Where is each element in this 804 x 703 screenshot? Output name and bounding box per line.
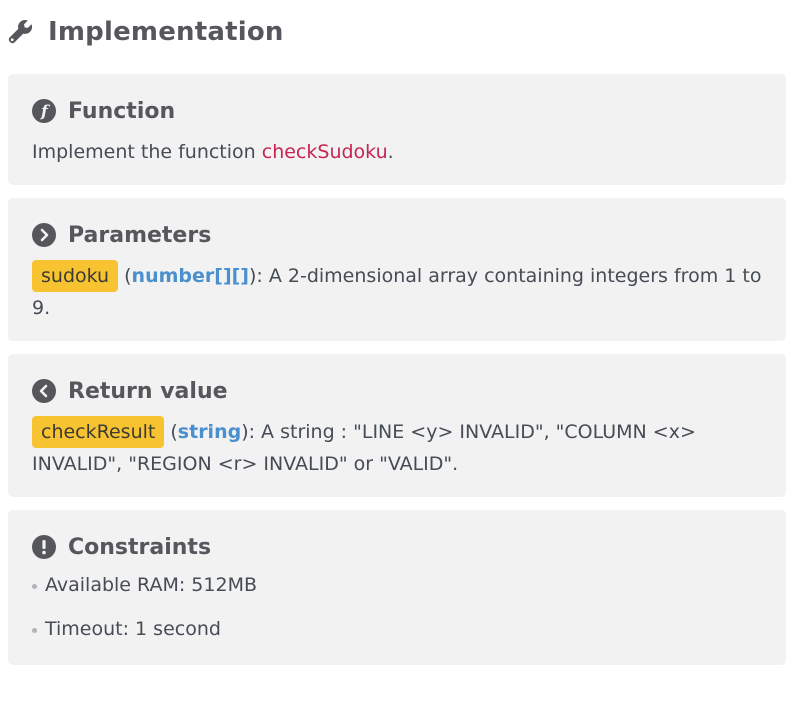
function-icon: f: [32, 99, 56, 123]
function-text-suffix: .: [387, 141, 394, 163]
constraints-title: Constraints: [68, 534, 212, 560]
list-item: Available RAM: 512MB: [32, 574, 257, 596]
page-title: Implementation: [48, 17, 284, 47]
return-value-card: Return value checkResult (string): A str…: [8, 354, 786, 497]
constraint-timeout: Timeout: 1 second: [45, 618, 221, 640]
bullet-icon: [32, 627, 37, 633]
param-type: number[][]: [131, 265, 249, 287]
constraint-ram: Available RAM: 512MB: [45, 574, 257, 596]
function-text-prefix: Implement the function: [32, 141, 262, 163]
bullet-icon: [32, 583, 37, 589]
parameters-title: Parameters: [68, 222, 212, 248]
return-open-paren: (: [164, 421, 178, 443]
param-name-badge: sudoku: [32, 260, 119, 292]
param-open-paren: (: [118, 265, 132, 287]
function-card: f Function Implement the function checkS…: [8, 74, 786, 185]
return-value-header: Return value: [32, 376, 228, 406]
function-title: Function: [68, 98, 176, 124]
parameters-description: sudoku (number[][]): A 2-dimensional arr…: [32, 260, 762, 324]
constraints-card: Constraints Available RAM: 512MB Timeout…: [8, 510, 786, 665]
return-value-description: checkResult (string): A string : "LINE <…: [32, 416, 762, 480]
return-name-badge: checkResult: [32, 416, 165, 448]
chevron-right-circle-icon: [32, 223, 56, 247]
return-type: string: [177, 421, 242, 443]
wrench-icon: [8, 19, 33, 44]
parameters-header: Parameters: [32, 220, 211, 250]
page-header: Implementation: [8, 14, 284, 50]
function-description: Implement the function checkSudoku.: [32, 136, 762, 168]
exclamation-circle-icon: [32, 535, 56, 559]
function-header: f Function: [32, 96, 175, 126]
return-value-title: Return value: [68, 378, 228, 404]
parameters-card: Parameters sudoku (number[][]): A 2-dime…: [8, 198, 786, 341]
function-name: checkSudoku: [261, 141, 388, 163]
chevron-left-circle-icon: [32, 379, 56, 403]
constraints-header: Constraints: [32, 532, 211, 562]
list-item: Timeout: 1 second: [32, 618, 221, 640]
